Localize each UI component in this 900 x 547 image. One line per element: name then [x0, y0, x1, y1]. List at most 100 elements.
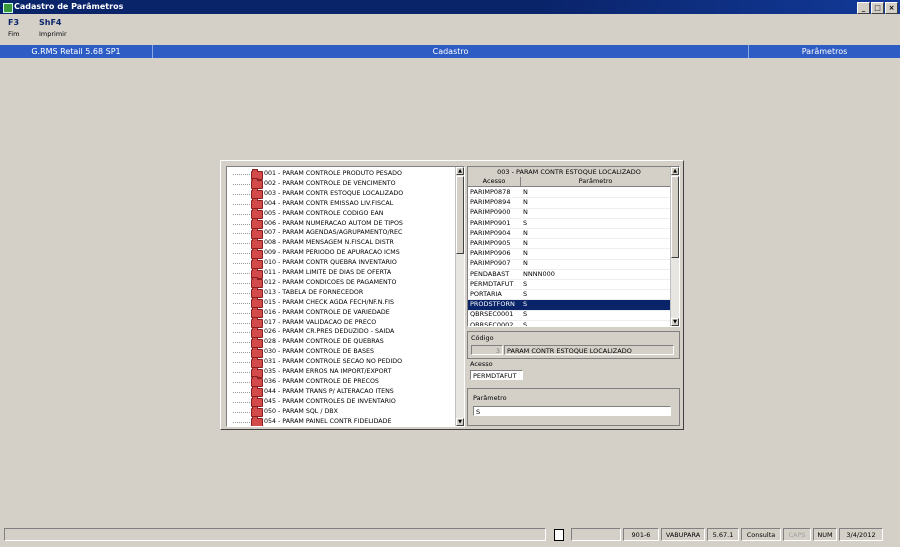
tree-item-label: 030 - PARAM CONTROLE DE BASES — [264, 348, 375, 356]
menu-item-fim[interactable]: F3 Fim — [8, 17, 19, 39]
tree-item-label: 005 - PARAM CONTROLE CODIGO EAN — [264, 209, 384, 217]
tree-item-label: 015 - PARAM CHECK AGDA FECH/NF.N.FIS — [264, 298, 394, 306]
grid-scrollbar[interactable]: ▲ ▼ — [670, 167, 679, 326]
tree-item-label: 016 - PARAM CONTROLE DE VARIEDADE — [264, 308, 390, 316]
menu-item-imprimir[interactable]: ShF4 Imprimir — [39, 17, 67, 39]
acesso-group: Acesso PERMDTAFUT — [467, 359, 678, 383]
tree-item-label: 004 - PARAM CONTR EMISSAO LIV.FISCAL — [264, 199, 394, 207]
menu-key: ShF4 — [39, 18, 62, 27]
status-version: 5.67.1 — [707, 528, 739, 541]
tree-item-label: 013 - TABELA DE FORNECEDOR — [264, 288, 364, 296]
tree-item-label: 044 - PARAM TRANS P/ ALTERACAO ITENS — [264, 387, 394, 395]
cell-acesso: PENDABAST — [470, 269, 510, 278]
codigo-description-field: PARAM CONTR ESTOQUE LOCALIZADO — [504, 345, 674, 355]
column-header-parametro[interactable]: Parâmetro — [521, 177, 670, 187]
tree-connector — [233, 322, 250, 324]
status-mode: Consulta — [741, 528, 781, 541]
tree-scrollbar[interactable]: ▲ ▼ — [455, 167, 464, 426]
tree-connector — [233, 233, 250, 235]
status-code: 901-6 — [623, 528, 659, 541]
cell-acesso: PARIMP0904 — [470, 228, 511, 237]
scroll-up-icon[interactable]: ▲ — [671, 167, 679, 175]
tree-item-label: 001 - PARAM CONTROLE PRODUTO PESADO — [264, 170, 402, 177]
app-icon — [3, 3, 13, 13]
table-row[interactable]: PARIMP0907 N — [468, 259, 670, 270]
table-row[interactable]: PARIMP0905 N — [468, 239, 670, 250]
parameter-grid[interactable]: 003 - PARAM CONTR ESTOQUE LOCALIZADO Ace… — [467, 166, 680, 327]
cell-acesso: PARIMP0905 — [470, 239, 511, 247]
cell-acesso: PARIMP0901 — [470, 218, 511, 227]
table-row[interactable]: QBRSEC0001 S — [468, 310, 670, 321]
cell-parametro: S — [523, 300, 528, 309]
tree-connector — [233, 193, 250, 195]
table-row[interactable]: PARIMP0906 N — [468, 249, 670, 260]
tree-connector — [233, 253, 250, 255]
folder-icon — [251, 416, 263, 426]
codigo-label: Código — [471, 334, 494, 342]
table-row[interactable]: PARIMP0901 S — [468, 219, 670, 229]
scroll-thumb[interactable] — [671, 176, 679, 258]
cell-parametro: N — [523, 188, 528, 196]
tree-connector — [233, 273, 250, 274]
cell-parametro: NNNN000 — [523, 269, 555, 278]
tree-connector — [233, 174, 250, 175]
tree-connector — [233, 312, 250, 314]
title-bar: Cadastro de Parâmetros _ □ × — [0, 0, 900, 14]
table-row[interactable]: PRODSTFORN S — [468, 300, 670, 311]
table-row[interactable]: PARIMP0878 N — [468, 188, 670, 199]
parametro-field[interactable]: S — [473, 406, 671, 416]
cell-parametro: S — [523, 290, 528, 298]
table-row[interactable]: PARIMP0900 N — [468, 208, 670, 219]
status-message — [4, 528, 546, 541]
column-header-acesso[interactable]: Acesso — [468, 177, 521, 187]
scroll-up-icon[interactable]: ▲ — [456, 167, 464, 175]
header-module: Cadastro — [153, 45, 749, 58]
cell-acesso: PERMDTAFUT — [470, 279, 514, 288]
tree-item-label: 028 - PARAM CONTROLE DE QUEBRAS — [264, 338, 384, 346]
acesso-label: Acesso — [470, 360, 493, 368]
codigo-group: Código 3 PARAM CONTR ESTOQUE LOCALIZADO — [467, 331, 680, 359]
tree-item-label: 054 - PARAM PAINEL CONTR FIDELIDADE — [264, 417, 392, 425]
scroll-thumb[interactable] — [456, 176, 464, 254]
minimize-icon[interactable]: _ — [857, 2, 870, 14]
status-date: 3/4/2012 — [839, 528, 883, 541]
cell-parametro: S — [523, 320, 528, 327]
cell-parametro: N — [523, 249, 528, 258]
tree-connector — [233, 381, 250, 383]
maximize-icon[interactable]: □ — [871, 2, 884, 14]
table-row[interactable]: PORTARIA S — [468, 290, 670, 301]
table-row[interactable]: PARIMP0894 N — [468, 198, 670, 209]
table-row[interactable]: PENDABAST NNNN000 — [468, 270, 670, 280]
tree-connector — [233, 411, 250, 413]
table-row[interactable]: PARIMP0904 N — [468, 228, 670, 240]
tree-item-label: 017 - PARAM VALIDACAO DE PRECO — [264, 318, 377, 326]
cell-parametro: N — [523, 259, 528, 268]
menu-label: Fim — [8, 30, 20, 38]
tree-item-label: 010 - PARAM CONTR QUEBRA INVENTARIO — [264, 259, 397, 267]
table-row[interactable]: QBRSEC0002 S — [468, 320, 670, 327]
menu-label: Imprimir — [39, 30, 67, 38]
tree-item-label: 050 - PARAM SQL / DBX — [264, 407, 338, 415]
cell-acesso: PARIMP0906 — [470, 249, 511, 258]
tree-item-label: 012 - PARAM CONDICOES DE PAGAMENTO — [264, 278, 397, 286]
table-row[interactable]: PERMDTAFUT S — [468, 279, 670, 291]
status-blank — [571, 528, 621, 541]
scroll-down-icon[interactable]: ▼ — [456, 418, 464, 426]
header-section: Parâmetros — [801, 47, 848, 56]
tree-item-label: 035 - PARAM ERROS NA IMPORT/EXPORT — [264, 368, 392, 375]
header-app: G.RMS Retail 5.68 SP1 — [0, 45, 153, 58]
parametro-label: Parâmetro — [473, 394, 507, 402]
status-user: VABUPARA — [661, 528, 705, 541]
close-icon[interactable]: × — [885, 2, 898, 14]
menu-key: F3 — [8, 18, 20, 27]
parameter-tree[interactable]: 001 - PARAM CONTROLE PRODUTO PESADO 002 -… — [226, 166, 465, 427]
tree-item-label: 036 - PARAM CONTROLE DE PRECOS — [264, 377, 379, 385]
tree-item-label: 031 - PARAM CONTROLE SECAO NO PEDIDO — [264, 358, 403, 366]
tree-item-label: 026 - PARAM CR.PRES DEDUZIDO - SAIDA — [264, 328, 395, 336]
cell-acesso: QBRSEC0001 — [470, 310, 514, 319]
tree-item-label: 006 - PARAM NUMERACAO AUTOM DE TIPOS — [264, 219, 403, 227]
scroll-down-icon[interactable]: ▼ — [671, 318, 679, 326]
tree-connector — [233, 243, 250, 245]
tree-connector — [233, 213, 250, 215]
acesso-field[interactable]: PERMDTAFUT — [470, 370, 523, 380]
